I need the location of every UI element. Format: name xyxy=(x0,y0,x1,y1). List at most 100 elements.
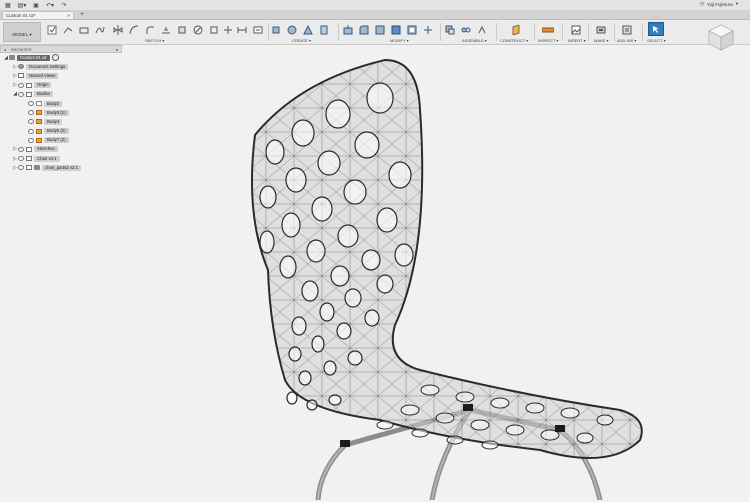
eye-icon[interactable] xyxy=(28,119,34,125)
folder-icon xyxy=(26,146,32,152)
rectangle-icon[interactable] xyxy=(78,24,90,35)
as-built-joint-icon[interactable] xyxy=(476,24,488,35)
component-icon xyxy=(9,55,15,61)
sweep-icon[interactable] xyxy=(302,24,314,35)
browser-header[interactable]: ◂ BROWSER ● xyxy=(0,45,122,53)
stop-sketch-icon[interactable] xyxy=(252,24,264,35)
fillet-sketch-icon[interactable] xyxy=(144,24,156,35)
gear-icon xyxy=(18,64,24,70)
point-icon[interactable] xyxy=(222,24,234,35)
tree-item-body[interactable]: Body7 (2) xyxy=(0,136,122,145)
toolbar-divider xyxy=(588,23,589,41)
toolbar-divider xyxy=(338,23,339,41)
finish-sketch-icon[interactable] xyxy=(46,24,58,35)
tree-item-label: Body7 (2) xyxy=(44,137,69,144)
tree-item-origin[interactable]: ▷ Origin xyxy=(0,81,122,90)
move-icon[interactable] xyxy=(422,24,434,35)
eye-icon[interactable] xyxy=(18,146,24,152)
tree-item-named-views[interactable]: ▷ Named Views xyxy=(0,71,122,80)
eye-icon[interactable] xyxy=(18,156,24,162)
new-tab-button[interactable]: + xyxy=(80,11,84,18)
clock-icon: ◷ xyxy=(699,1,704,6)
eye-icon[interactable] xyxy=(28,128,34,134)
tree-item-body[interactable]: Body2 xyxy=(0,99,122,108)
tree-item-label: Body5 (2) xyxy=(44,128,69,135)
close-tab-icon[interactable]: × xyxy=(67,12,70,20)
shell-icon[interactable] xyxy=(390,24,402,35)
combine-icon[interactable] xyxy=(406,24,418,35)
tree-item-label: Bodies xyxy=(34,91,54,98)
checkbox-icon[interactable] xyxy=(26,165,32,171)
assemble-group-label[interactable]: ASSEMBLE ▾ xyxy=(462,38,487,43)
eye-icon[interactable] xyxy=(28,110,34,116)
folder-icon xyxy=(26,91,32,97)
project-icon[interactable] xyxy=(176,24,188,35)
workspace-label: MODEL ▾ xyxy=(12,32,32,37)
tree-item-body[interactable]: Body3 (1) xyxy=(0,108,122,117)
scripts-addins-icon[interactable] xyxy=(621,24,633,35)
press-pull-icon[interactable] xyxy=(342,24,354,35)
body-icon xyxy=(36,101,42,107)
eye-icon[interactable] xyxy=(28,137,34,143)
mirror-icon[interactable] xyxy=(112,24,124,35)
offset-icon[interactable] xyxy=(160,24,172,35)
eye-icon[interactable] xyxy=(18,82,24,88)
modify-group-label[interactable]: MODIFY ▾ xyxy=(390,38,409,43)
tree-item-bodies[interactable]: ◢ Bodies xyxy=(0,90,122,99)
eye-icon[interactable] xyxy=(18,165,24,171)
app-grid-icon[interactable]: ▦ xyxy=(2,1,14,9)
eye-icon[interactable] xyxy=(28,101,34,107)
new-component-icon[interactable] xyxy=(444,24,456,35)
toolbar-divider xyxy=(614,23,615,41)
construct-group-label[interactable]: CONSTRUCT ▾ xyxy=(500,38,528,43)
joint-icon[interactable] xyxy=(460,24,472,35)
dimension-icon[interactable] xyxy=(236,24,248,35)
tree-item-sketches[interactable]: ▷ Sketches xyxy=(0,145,122,154)
workspace-switcher[interactable]: MODEL ▾ xyxy=(3,22,41,42)
tree-item-body[interactable]: Body5 (2) xyxy=(0,127,122,136)
tree-root[interactable]: ◢ Custom 01 v2 xyxy=(0,53,122,62)
arc-icon[interactable] xyxy=(128,24,140,35)
circle-icon[interactable] xyxy=(192,24,204,35)
body-icon xyxy=(36,110,42,116)
toolbar-divider xyxy=(440,23,441,41)
eye-icon[interactable] xyxy=(18,91,24,97)
file-icon[interactable]: ▤▾ xyxy=(16,1,28,9)
offset-plane-icon[interactable] xyxy=(510,24,522,35)
sketch-group-label[interactable]: SKETCH ▾ xyxy=(145,38,164,43)
folder-icon xyxy=(26,82,32,88)
extrude-icon[interactable] xyxy=(270,24,282,35)
tree-item-component[interactable]: ▷ Chair v4:1 xyxy=(0,154,122,163)
loft-icon[interactable] xyxy=(318,24,330,35)
tree-item-document-settings[interactable]: ▷ Document Settings xyxy=(0,62,122,71)
create-group-label[interactable]: CREATE ▾ xyxy=(292,38,311,43)
polygon-icon[interactable] xyxy=(208,24,220,35)
user-menu[interactable]: ◷ Yoji Fujimura ▾ xyxy=(700,1,738,7)
line-icon[interactable] xyxy=(62,24,74,35)
insert-image-icon[interactable] xyxy=(570,24,582,35)
tree-item-label: chair_parts2 v2:1 xyxy=(42,164,81,171)
tree-item-label: Chair v4:1 xyxy=(34,155,60,162)
undo-icon[interactable]: ↶▾ xyxy=(44,1,56,9)
tree-item-component[interactable]: ▷ chair_parts2 v2:1 xyxy=(0,163,122,172)
activate-radio-icon[interactable] xyxy=(51,54,59,62)
3d-print-icon[interactable] xyxy=(595,24,607,35)
document-tab[interactable]: Custom 01 v2* × xyxy=(2,11,74,19)
toolbar-divider xyxy=(642,23,643,41)
redo-icon[interactable]: ↷ xyxy=(58,1,70,9)
inspect-group-label[interactable]: INSPECT ▾ xyxy=(538,38,558,43)
measure-icon[interactable] xyxy=(542,24,554,35)
make-group-label[interactable]: MAKE ▾ xyxy=(594,38,608,43)
fillet-icon[interactable] xyxy=(358,24,370,35)
save-icon[interactable]: ▣ xyxy=(30,1,42,9)
insert-group-label[interactable]: INSERT ▾ xyxy=(568,38,586,43)
spline-icon[interactable] xyxy=(94,24,106,35)
chamfer-icon[interactable] xyxy=(374,24,386,35)
document-tab-bar: Custom 01 v2* × + xyxy=(0,10,750,20)
component-icon xyxy=(26,156,32,162)
tree-item-body[interactable]: Body4 xyxy=(0,117,122,126)
select-icon[interactable] xyxy=(648,22,664,36)
revolve-icon[interactable] xyxy=(286,24,298,35)
select-group-label[interactable]: SELECT ▾ xyxy=(647,38,666,43)
addins-group-label[interactable]: ADD-INS ▾ xyxy=(617,38,637,43)
